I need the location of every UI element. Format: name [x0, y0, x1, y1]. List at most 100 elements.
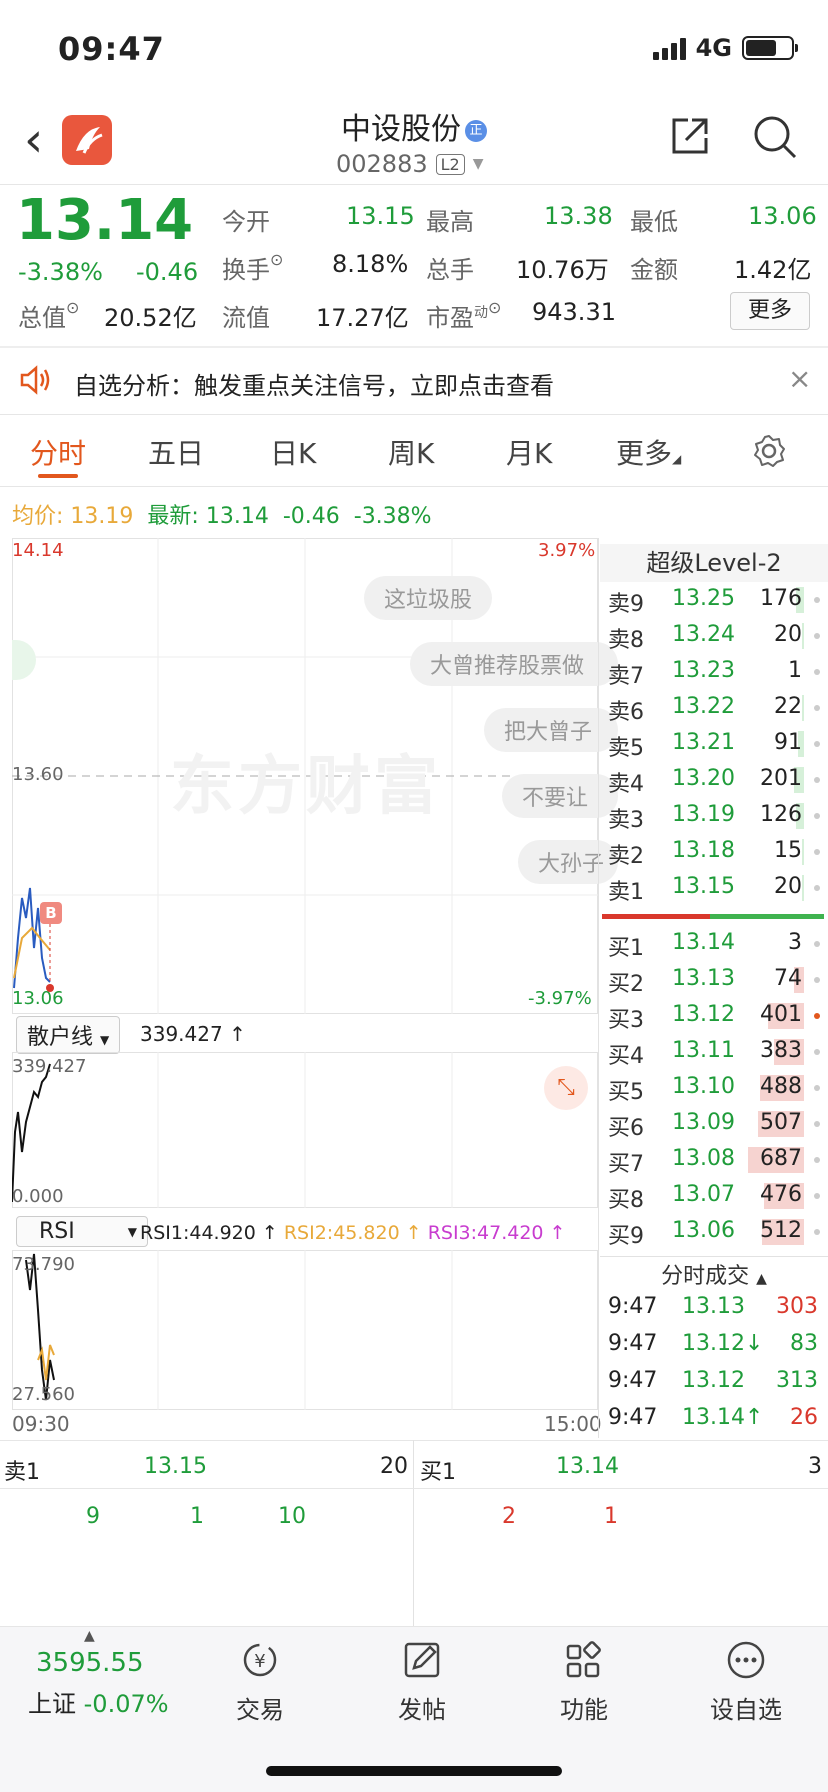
float-label: 流值: [222, 304, 270, 332]
tab-more[interactable]: 更多◢: [616, 432, 681, 472]
share-icon[interactable]: [668, 114, 712, 158]
chart-top-pct: 3.97%: [538, 540, 596, 561]
bid-row-5[interactable]: 买5 13.10 488: [600, 1070, 828, 1106]
nav-functions[interactable]: 功能: [534, 1640, 634, 1725]
bid-row-2[interactable]: 买2 13.13 74: [600, 962, 828, 998]
level-tag: L2: [435, 153, 465, 175]
close-icon[interactable]: ×: [788, 362, 811, 395]
ask-row-5[interactable]: 卖5 13.21 91: [600, 726, 828, 762]
svg-text:¥: ¥: [254, 1651, 265, 1672]
bid-row-8[interactable]: 买8 13.07 476: [600, 1178, 828, 1214]
ask-row-1[interactable]: 卖1 13.15 20: [600, 870, 828, 906]
ask-row-6[interactable]: 卖6 13.22 22: [600, 690, 828, 726]
info-icon[interactable]: ⊙: [270, 250, 283, 269]
divider: [0, 414, 828, 415]
comment-bubble[interactable]: 大曾推荐股票做: [410, 642, 618, 686]
nav-add-watchlist[interactable]: 设自选: [696, 1640, 796, 1725]
time-end: 15:00: [544, 1412, 602, 1436]
tab-intraday[interactable]: 分时: [30, 432, 86, 472]
rsi-max: 73.790: [12, 1254, 75, 1275]
bid-row-9[interactable]: 买9 13.06 512: [600, 1214, 828, 1250]
watermark: 东方财富: [170, 750, 442, 824]
low-value: 13.06: [748, 202, 817, 230]
pe-label: 市盈动⊙: [426, 298, 502, 332]
bid-row-1[interactable]: 买1 13.14 3: [600, 926, 828, 962]
nav-trade-label: 交易: [236, 1696, 284, 1724]
trade-icon: ¥: [243, 1643, 277, 1677]
bid1-price: 13.14: [556, 1454, 619, 1479]
change-pct: -3.38%: [18, 258, 103, 286]
chevron-down-icon: ▼: [472, 156, 484, 172]
ask-row-8[interactable]: 卖8 13.24 20: [600, 618, 828, 654]
turnover-label: 换手⊙: [222, 250, 284, 284]
tab-monthly-k[interactable]: 月K: [506, 432, 552, 472]
index-value[interactable]: 3595.55: [36, 1648, 144, 1678]
rsi-dropdown[interactable]: RSI ▼: [16, 1216, 148, 1247]
banner-text[interactable]: 自选分析：触发重点关注信号，立即点击查看: [74, 366, 554, 401]
chevron-up-icon[interactable]: ▲: [84, 1628, 95, 1644]
buy-marker[interactable]: B: [40, 902, 62, 924]
open-label: 今开: [222, 208, 270, 236]
signal-icon: [652, 36, 686, 60]
ask-row-4[interactable]: 卖4 13.20 201: [600, 762, 828, 798]
retail-max: 339.427: [12, 1056, 87, 1077]
trade-row: 9:47 13.13 303: [608, 1294, 818, 1319]
info-icon[interactable]: ⊙: [66, 298, 79, 317]
retail-line-dropdown[interactable]: 散户线 ▼: [16, 1016, 121, 1054]
change-amount: -0.46: [136, 258, 199, 286]
comment-bubble[interactable]: 这垃圾股: [364, 576, 493, 620]
network-type: 4G: [695, 34, 732, 62]
bid-row-7[interactable]: 买7 13.08 687: [600, 1142, 828, 1178]
divider: [0, 1440, 828, 1441]
info-icon[interactable]: ⊙: [488, 298, 501, 317]
divider: [0, 1626, 828, 1627]
ask-row-9[interactable]: 卖9 13.25 176: [600, 582, 828, 618]
float-value: 17.27亿: [316, 304, 409, 332]
more-button[interactable]: 更多: [730, 292, 810, 330]
stock-name: 中设股份: [341, 112, 461, 147]
divider: [0, 184, 828, 185]
ask-queue-item: 9: [86, 1504, 100, 1529]
speaker-icon: [20, 365, 50, 395]
high-label: 最高: [426, 208, 474, 236]
tab-daily-k[interactable]: 日K: [270, 432, 316, 472]
gear-icon[interactable]: [752, 434, 786, 468]
bid-queue-item: 1: [604, 1504, 618, 1529]
high-value: 13.38: [544, 202, 613, 230]
chart-mid-price: 13.60: [12, 764, 64, 785]
low-label: 最低: [630, 208, 678, 236]
ask1-vol: 20: [380, 1454, 408, 1479]
trade-row: 9:47 13.14↑ 26: [608, 1405, 818, 1430]
mktcap-value: 20.52亿: [104, 304, 197, 332]
nav-post-label: 发帖: [398, 1696, 446, 1724]
bid1-label: 买1: [420, 1460, 456, 1485]
nav-post[interactable]: 发帖: [372, 1640, 472, 1725]
bid-row-6[interactable]: 买6 13.09 507: [600, 1106, 828, 1142]
status-indicators: 4G: [652, 34, 798, 62]
expand-icon[interactable]: ⤡: [544, 1066, 588, 1110]
stock-code-row[interactable]: 002883 L2 ▼: [336, 150, 484, 178]
chart-top-price: 14.14: [12, 540, 64, 561]
index-summary[interactable]: 上证 -0.07%: [28, 1684, 169, 1719]
retail-min: 0.000: [12, 1186, 64, 1207]
rsi-min: 27.560: [12, 1384, 75, 1405]
ask-row-3[interactable]: 卖3 13.19 126: [600, 798, 828, 834]
tab-underline: [38, 474, 78, 478]
ask-row-7[interactable]: 卖7 13.23 1: [600, 654, 828, 690]
trades-title[interactable]: 分时成交 ▲: [600, 1258, 828, 1290]
tab-weekly-k[interactable]: 周K: [388, 432, 434, 472]
retail-line-plot: [12, 1052, 453, 1208]
bid1-vol: 3: [808, 1454, 822, 1479]
orderbook-title[interactable]: 超级Level-2: [600, 544, 828, 582]
ask-row-2[interactable]: 卖2 13.18 15: [600, 834, 828, 870]
amount-value: 1.42亿: [734, 256, 812, 284]
status-time: 09:47: [58, 30, 165, 68]
nav-trade[interactable]: ¥ 交易: [210, 1640, 310, 1725]
chart-bottom-pct: -3.97%: [528, 988, 592, 1009]
bid-row-3[interactable]: 买3 13.12 401: [600, 998, 828, 1034]
bid-row-4[interactable]: 买4 13.11 383: [600, 1034, 828, 1070]
ask1-label: 卖1: [4, 1460, 40, 1485]
search-icon[interactable]: [752, 114, 798, 160]
tab-five-day[interactable]: 五日: [148, 432, 204, 472]
retail-line-value: 339.427 ↑: [140, 1022, 246, 1046]
